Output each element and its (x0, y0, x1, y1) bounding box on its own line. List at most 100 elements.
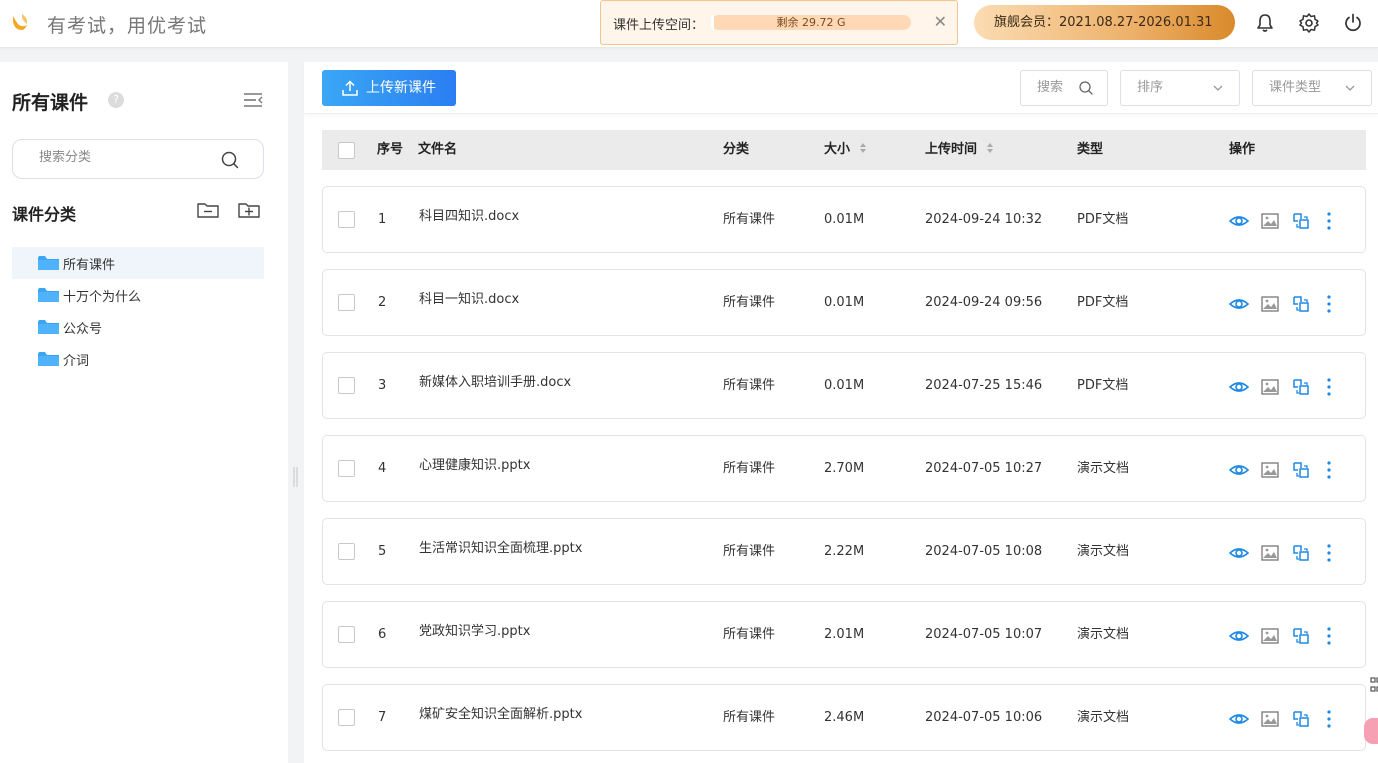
row-file-name[interactable]: 煤矿安全知识全面解析.pptx (419, 685, 582, 745)
eye-icon[interactable] (1229, 460, 1249, 480)
folder-icon (38, 288, 59, 302)
row-checkbox[interactable] (338, 709, 355, 726)
folder-icon (38, 256, 59, 270)
eye-icon[interactable] (1229, 211, 1249, 231)
logo-icon (12, 14, 28, 30)
image-icon[interactable] (1260, 626, 1280, 646)
image-icon[interactable] (1260, 709, 1280, 729)
upload-courseware-button[interactable]: 上传新课件 (322, 70, 456, 106)
row-type: 演示文档 (1077, 710, 1130, 725)
folder-minus-icon[interactable] (196, 200, 220, 220)
eye-icon[interactable] (1229, 543, 1249, 563)
courseware-main: 上传新课件 搜索 排序 课件类型 序号 文件名 分类 大小 上传时间 类型 操作… (304, 62, 1378, 763)
copy-icon[interactable] (1291, 294, 1311, 314)
copy-icon[interactable] (1291, 377, 1311, 397)
row-checkbox[interactable] (338, 294, 355, 311)
vip-membership-badge[interactable]: 旗舰会员：2021.08.27-2026.01.31 (974, 5, 1235, 40)
category-tree: 所有课件 十万个为什么 公众号 介词 (12, 247, 264, 375)
bell-icon[interactable] (1254, 12, 1276, 34)
select-all-checkbox[interactable] (338, 142, 355, 159)
sort-select[interactable]: 排序 (1120, 70, 1240, 106)
row-checkbox[interactable] (338, 377, 355, 394)
upload-icon (342, 80, 358, 96)
eye-icon[interactable] (1229, 294, 1249, 314)
row-checkbox[interactable] (338, 543, 355, 560)
image-icon[interactable] (1260, 543, 1280, 563)
close-icon[interactable]: ✕ (934, 12, 947, 32)
image-icon[interactable] (1260, 211, 1280, 231)
category-label: 十万个为什么 (63, 289, 142, 305)
category-item[interactable]: 公众号 (12, 311, 264, 343)
category-item[interactable]: 十万个为什么 (12, 279, 264, 311)
copy-icon[interactable] (1291, 460, 1311, 480)
image-icon[interactable] (1260, 460, 1280, 480)
image-icon[interactable] (1260, 294, 1280, 314)
copy-icon[interactable] (1291, 211, 1311, 231)
category-sidebar: 所有课件 ? 课件分类 所有课件 十万个为什么 公众号 (0, 62, 288, 763)
file-search-box[interactable]: 搜索 (1020, 70, 1108, 106)
category-section-title: 课件分类 (12, 205, 77, 224)
row-index: 7 (378, 710, 387, 725)
row-index: 1 (378, 212, 387, 227)
row-category: 所有课件 (723, 378, 776, 393)
column-upload-time[interactable]: 上传时间 (925, 130, 994, 170)
copy-icon[interactable] (1291, 543, 1311, 563)
row-size: 2.70M (824, 461, 865, 476)
row-checkbox[interactable] (338, 211, 355, 228)
category-label: 介词 (63, 353, 90, 369)
row-type: 演示文档 (1077, 461, 1130, 476)
eye-icon[interactable] (1229, 377, 1249, 397)
more-icon[interactable] (1319, 211, 1339, 231)
row-file-name[interactable]: 党政知识学习.pptx (419, 602, 530, 662)
more-icon[interactable] (1319, 626, 1339, 646)
table-row: 2 科目一知识.docx 所有课件 0.01M 2024-09-24 09:56 PDF文… (322, 269, 1366, 336)
row-size: 2.01M (824, 627, 865, 642)
assistant-widget-icon[interactable] (1364, 718, 1378, 744)
more-icon[interactable] (1319, 294, 1339, 314)
folder-add-icon[interactable] (237, 200, 261, 220)
help-icon[interactable]: ? (108, 92, 124, 108)
row-file-name[interactable]: 科目四知识.docx (419, 187, 519, 247)
search-icon[interactable] (221, 151, 239, 169)
row-size: 0.01M (824, 295, 865, 310)
collapse-sidebar-icon[interactable] (243, 92, 263, 108)
category-item[interactable]: 介词 (12, 343, 264, 375)
row-upload-time: 2024-09-24 10:32 (925, 212, 1043, 227)
column-name: 文件名 (418, 142, 458, 157)
row-category: 所有课件 (723, 212, 776, 227)
category-label: 所有课件 (63, 257, 116, 273)
row-type: PDF文档 (1077, 295, 1129, 310)
row-file-name[interactable]: 心理健康知识.pptx (419, 436, 530, 496)
app-slogan: 有考试，用优考试 (47, 15, 208, 37)
more-icon[interactable] (1319, 709, 1339, 729)
copy-icon[interactable] (1291, 626, 1311, 646)
quota-remaining: 剩余 29.72 G (776, 16, 846, 29)
resize-handle-icon[interactable] (292, 465, 300, 489)
more-icon[interactable] (1319, 543, 1339, 563)
row-index: 6 (378, 627, 387, 642)
grid-widget-icon[interactable] (1366, 675, 1378, 697)
category-search-input[interactable] (39, 150, 209, 165)
gear-icon[interactable] (1298, 12, 1320, 34)
image-icon[interactable] (1260, 377, 1280, 397)
row-file-name[interactable]: 生活常识知识全面梳理.pptx (419, 519, 582, 579)
copy-icon[interactable] (1291, 709, 1311, 729)
courseware-type-select[interactable]: 课件类型 (1252, 70, 1372, 106)
row-index: 5 (378, 544, 387, 559)
column-category: 分类 (723, 142, 750, 157)
sidebar-title: 所有课件 (12, 92, 89, 114)
row-checkbox[interactable] (338, 626, 355, 643)
column-size[interactable]: 大小 (824, 130, 867, 170)
row-size: 2.46M (824, 710, 865, 725)
eye-icon[interactable] (1229, 709, 1249, 729)
more-icon[interactable] (1319, 460, 1339, 480)
type-select-value: 课件类型 (1269, 80, 1322, 95)
category-item-all[interactable]: 所有课件 (12, 247, 264, 279)
row-upload-time: 2024-07-05 10:08 (925, 544, 1043, 559)
power-icon[interactable] (1342, 12, 1364, 34)
eye-icon[interactable] (1229, 626, 1249, 646)
row-file-name[interactable]: 科目一知识.docx (419, 270, 519, 330)
more-icon[interactable] (1319, 377, 1339, 397)
row-checkbox[interactable] (338, 460, 355, 477)
row-file-name[interactable]: 新媒体入职培训手册.docx (419, 353, 571, 413)
